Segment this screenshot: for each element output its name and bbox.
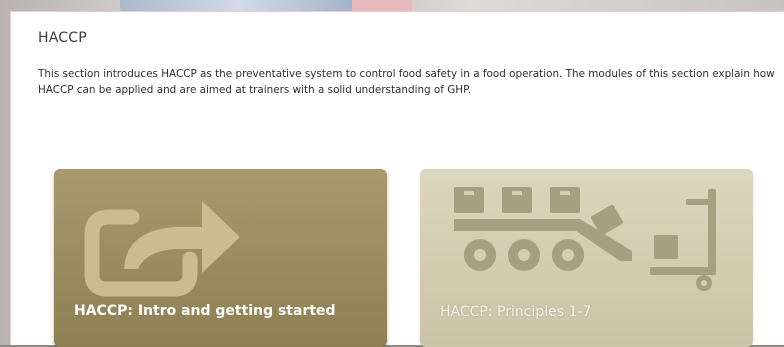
section-title: HACCP [38, 30, 87, 46]
section-intro: This section introduces HACCP as the pre… [38, 68, 775, 96]
module-label: HACCP: Intro and getting started [74, 303, 336, 319]
module-tile-intro[interactable]: HACCP: Intro and getting started [54, 169, 387, 347]
conveyor-boxes-icon [454, 187, 716, 291]
section-panel: HACCP This section introduces HACCP as t… [10, 11, 784, 347]
module-label: HACCP: Principles 1-7 [440, 304, 592, 320]
module-tile-principles[interactable]: HACCP: Principles 1-7 [420, 169, 753, 347]
share-arrow-icon [84, 201, 240, 297]
